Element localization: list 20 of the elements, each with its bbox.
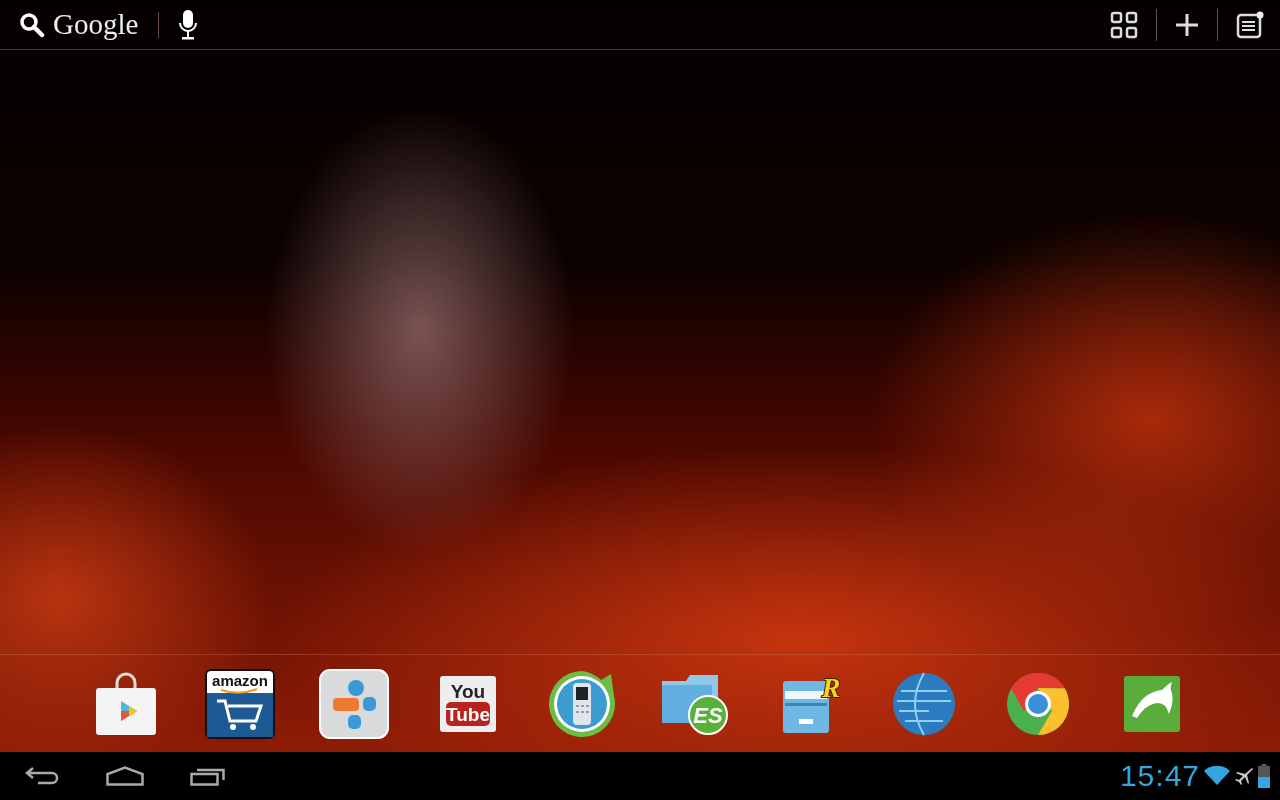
home-icon[interactable] [106, 766, 144, 786]
amazon-icon[interactable]: amazon [205, 668, 275, 739]
plus-icon[interactable] [1175, 12, 1199, 37]
apps-grid-icon[interactable] [1110, 10, 1138, 39]
airplane-icon [1234, 766, 1254, 786]
menu-icon[interactable] [1236, 10, 1264, 39]
mobile-phone-icon[interactable] [547, 668, 617, 739]
battery-icon [1258, 764, 1270, 788]
tunein-icon[interactable] [319, 668, 389, 739]
globe-icon[interactable] [891, 670, 957, 737]
google-search-bar[interactable]: Google [19, 8, 139, 41]
recent-apps-icon[interactable] [190, 766, 226, 786]
chrome-icon[interactable] [1006, 671, 1070, 736]
back-icon[interactable] [24, 765, 60, 787]
wifi-icon [1204, 766, 1230, 786]
youtube-icon[interactable]: You Tube [440, 675, 496, 732]
clock-time[interactable]: 15:47 [1119, 759, 1200, 793]
microphone-icon[interactable] [179, 9, 198, 40]
shopping-bag-icon[interactable] [93, 670, 159, 737]
search-icon [19, 11, 45, 38]
